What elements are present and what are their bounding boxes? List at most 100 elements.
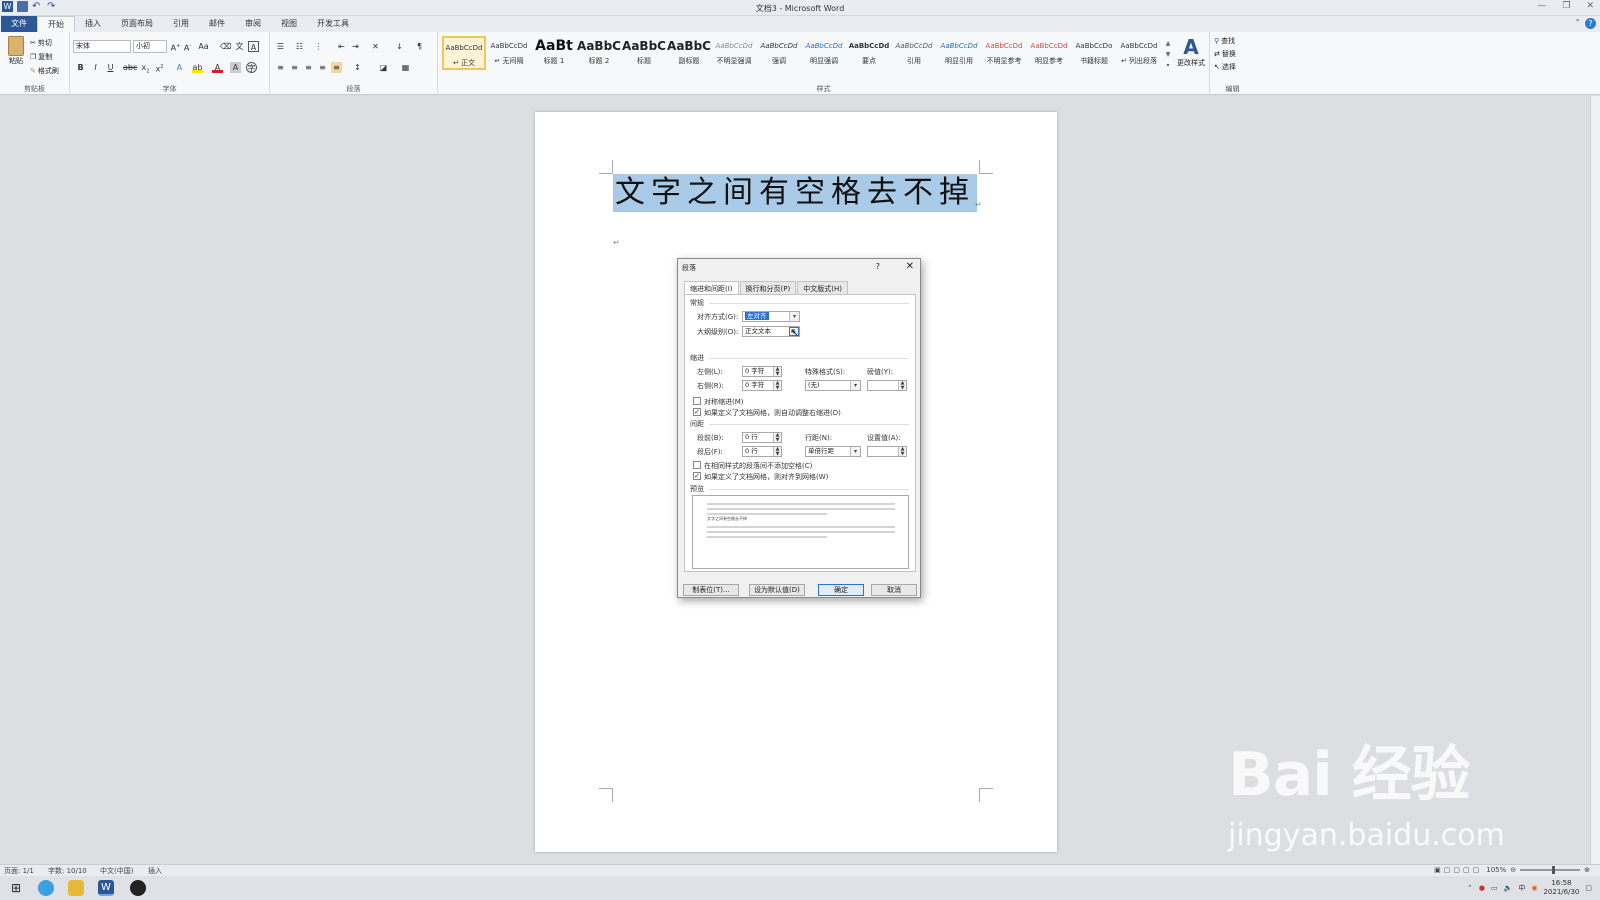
distributed-icon[interactable]: ≡ <box>331 62 342 73</box>
subscript-icon[interactable]: x2 <box>140 62 151 75</box>
tray-app-icon[interactable]: ● <box>1479 884 1485 892</box>
align-center-icon[interactable]: ≡ <box>289 62 300 73</box>
ok-button[interactable]: 确定 <box>818 584 864 596</box>
zoom-slider[interactable] <box>1520 866 1581 874</box>
ribbon-tab[interactable]: 文件 <box>1 16 37 32</box>
multilevel-list-icon[interactable]: ⋮ <box>313 41 324 52</box>
clear-format-icon[interactable]: ⌫ <box>220 41 231 52</box>
restore-button[interactable]: ❐ <box>1562 1 1570 11</box>
shading-icon[interactable]: ◪ <box>378 62 389 73</box>
volume-icon[interactable]: 🔈 <box>1504 884 1513 892</box>
style-gallery-item[interactable]: AaBbCcDd 不明显参考 <box>982 36 1026 70</box>
word-taskbar-icon[interactable]: W <box>98 880 114 896</box>
view-buttons[interactable]: ▣▢▢▢▢ <box>1434 866 1482 874</box>
tabs-button[interactable]: 制表位(T)... <box>683 584 739 596</box>
text-effects-icon[interactable]: A <box>174 62 185 73</box>
find-button[interactable]: ⚲ 查找 <box>1214 36 1235 46</box>
network-icon[interactable]: ▭ <box>1491 884 1498 892</box>
selected-heading-text[interactable]: 文字之间有空格去不掉 <box>613 174 977 212</box>
shrink-font-icon[interactable]: A- <box>182 41 193 53</box>
notification-icon[interactable]: ▢ <box>1585 884 1592 892</box>
bullets-icon[interactable]: ☰ <box>275 41 286 52</box>
special-indent-select[interactable]: (无) ▾ <box>805 380 861 391</box>
help-icon[interactable]: ? <box>1585 18 1596 29</box>
vertical-scrollbar[interactable] <box>1590 96 1600 864</box>
alignment-select[interactable]: 左对齐 ▾ <box>742 311 800 322</box>
align-right-icon[interactable]: ≡ <box>303 62 314 73</box>
close-button[interactable]: ✕ <box>1586 1 1594 11</box>
set-default-button[interactable]: 设为默认值(D) <box>749 584 805 596</box>
ribbon-tab[interactable]: 开发工具 <box>307 16 359 32</box>
style-gallery-item[interactable]: AaBbCcDd 要点 <box>847 36 891 70</box>
style-gallery-item[interactable]: AaBt 标题 1 <box>532 36 576 70</box>
zoom-level[interactable]: 105% <box>1486 866 1506 874</box>
enclose-char-icon[interactable]: 字 <box>246 62 257 73</box>
media-app-icon[interactable] <box>130 880 146 896</box>
cancel-button[interactable]: 取消 <box>871 584 917 596</box>
underline-icon[interactable]: U <box>105 62 116 73</box>
spacing-at-spinner[interactable]: ▲ ▼ <box>867 446 907 457</box>
indent-right-spinner[interactable]: 0 字符 ▲ ▼ <box>742 380 782 391</box>
styles-scroll[interactable]: ▲ ▼ ▾ <box>1164 38 1172 72</box>
copy-button[interactable]: ❐ 复制 <box>30 52 52 62</box>
superscript-icon[interactable]: x2 <box>154 62 165 74</box>
strikethrough-icon[interactable]: abc <box>123 62 137 73</box>
cut-button[interactable]: ✂ 剪切 <box>30 38 52 48</box>
zoom-in-icon[interactable]: ⊕ <box>1584 866 1590 874</box>
snap-to-grid-checkbox[interactable]: ✓ <box>693 472 701 480</box>
line-spacing-select[interactable]: 单倍行距 ▾ <box>805 446 861 457</box>
increase-indent-icon[interactable]: ⇥ <box>350 41 361 52</box>
font-color-icon[interactable]: A <box>212 62 223 73</box>
ime-icon[interactable]: 中 <box>1518 883 1525 893</box>
dialog-close-button[interactable]: ✕ <box>906 261 914 272</box>
sort-icon[interactable]: ↓ <box>394 41 405 52</box>
style-gallery-item[interactable]: AaBbCcDd 明显强调 <box>802 36 846 70</box>
zoom-slider-thumb[interactable] <box>1552 866 1556 874</box>
format-painter-button[interactable]: ✎ 格式刷 <box>30 66 59 76</box>
taskbar-clock[interactable]: 16:58 2021/6/30 <box>1543 879 1579 897</box>
ribbon-tab[interactable]: 审阅 <box>235 16 271 32</box>
insert-mode-indicator[interactable]: 插入 <box>148 866 162 876</box>
replace-button[interactable]: ⇄ 替换 <box>1214 49 1236 59</box>
windows-start-icon[interactable]: ⊞ <box>8 880 24 896</box>
style-gallery-item[interactable]: AaBbC 标题 2 <box>577 36 621 70</box>
language-indicator[interactable]: 中文(中国) <box>100 866 133 876</box>
char-border-icon[interactable]: A <box>248 41 259 52</box>
change-styles-button[interactable]: A 更改样式 <box>1174 36 1208 68</box>
indent-by-spinner[interactable]: ▲ ▼ <box>867 380 907 391</box>
ribbon-tab[interactable]: 引用 <box>163 16 199 32</box>
highlight-icon[interactable]: ab <box>192 62 203 73</box>
style-gallery-item[interactable]: AaBbCcDd 明显参考 <box>1027 36 1071 70</box>
show-marks-icon[interactable]: ¶ <box>414 41 425 52</box>
font-size-select[interactable]: 小初 <box>133 40 167 53</box>
style-gallery-item[interactable]: AaBbCcDd 强调 <box>757 36 801 70</box>
style-gallery-item[interactable]: AaBbCcDd ↵ 无间隔 <box>487 36 531 70</box>
style-gallery-item[interactable]: AaBbCcDd 引用 <box>892 36 936 70</box>
spacing-after-spinner[interactable]: 0 行 ▲ ▼ <box>742 446 782 457</box>
minimize-button[interactable]: — <box>1537 1 1546 11</box>
decrease-indent-icon[interactable]: ⇤ <box>336 41 347 52</box>
indent-left-spinner[interactable]: 0 字符 ▲ ▼ <box>742 366 782 377</box>
page-count[interactable]: 页面: 1/1 <box>4 866 34 876</box>
file-explorer-icon[interactable] <box>68 880 84 896</box>
char-shading-icon[interactable]: A <box>230 62 241 73</box>
style-gallery-item[interactable]: AaBbC 副标题 <box>667 36 711 70</box>
style-gallery-item[interactable]: AaBbCcDo 书籍标题 <box>1072 36 1116 70</box>
italic-icon[interactable]: I <box>90 62 101 73</box>
bold-icon[interactable]: B <box>75 62 86 73</box>
paste-button[interactable]: 粘贴 <box>6 36 26 66</box>
ribbon-tab[interactable]: 视图 <box>271 16 307 32</box>
ribbon-tab[interactable]: 开始 <box>37 16 75 32</box>
justify-icon[interactable]: ≡ <box>317 62 328 73</box>
style-gallery-item[interactable]: AaBbCcDd ↵ 列出段落 <box>1117 36 1161 70</box>
security-icon[interactable]: ◉ <box>1531 884 1537 892</box>
style-gallery-item[interactable]: AaBbCcDd ↵ 正文 <box>442 36 486 70</box>
mirror-indents-checkbox[interactable] <box>693 397 701 405</box>
ribbon-tab[interactable]: 邮件 <box>199 16 235 32</box>
chinese-layout-icon[interactable]: ✕ <box>370 41 381 52</box>
word-count[interactable]: 字数: 10/10 <box>48 866 87 876</box>
numbering-icon[interactable]: ☷ <box>294 41 305 52</box>
style-gallery-item[interactable]: AaBbC 标题 <box>622 36 666 70</box>
style-gallery-item[interactable]: AaBbCcDd 不明显强调 <box>712 36 756 70</box>
select-button[interactable]: ↖ 选择 <box>1214 62 1236 72</box>
